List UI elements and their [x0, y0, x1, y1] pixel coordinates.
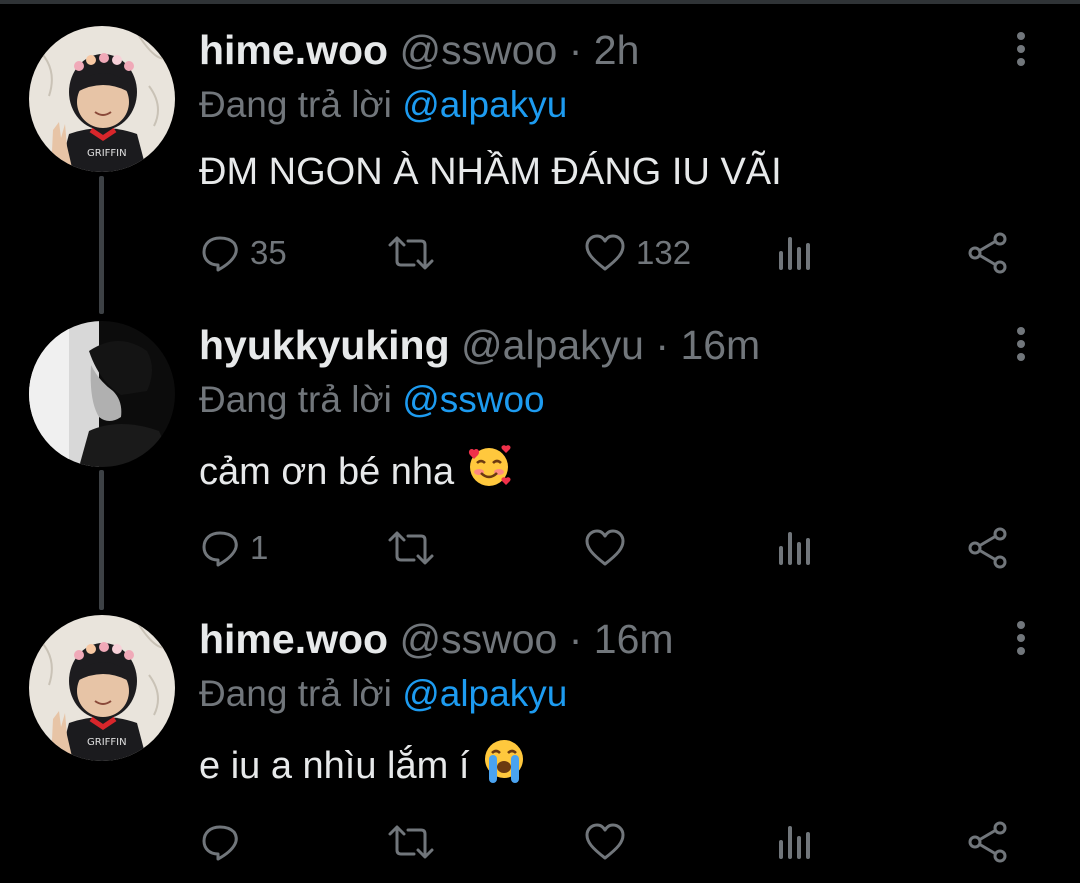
analytics-icon [779, 237, 810, 270]
avatar-image: GRIFFIN [29, 26, 175, 172]
analytics-icon [779, 826, 810, 859]
avatar-image: GRIFFIN [29, 615, 175, 761]
retweet-icon [388, 825, 434, 859]
share-icon [968, 821, 1007, 863]
reply-count: 1 [250, 529, 269, 566]
heart-icon [585, 529, 625, 566]
avatar[interactable] [29, 321, 175, 467]
action-bar: 35 132 [0, 228, 1080, 278]
tweet-text: ĐM NGON À NHẦM ĐÁNG IU VÃI [199, 148, 782, 196]
tweet-header: hime.woo @sswoo · 16m [199, 615, 674, 663]
tweet-header: hime.woo @sswoo · 2h [199, 26, 639, 74]
like-button[interactable] [584, 523, 636, 573]
display-name[interactable]: hime.woo [199, 616, 388, 662]
more-vertical-icon[interactable] [1004, 617, 1038, 659]
tweet-thread-screen: GRIFFIN hime.woo @sswoo · 2h Đang trả lờ… [0, 0, 1080, 883]
display-name[interactable]: hime.woo [199, 27, 388, 73]
username[interactable]: @sswoo [399, 616, 557, 662]
share-icon [968, 232, 1007, 274]
jersey-text: GRIFFIN [87, 737, 127, 748]
replying-to-mention[interactable]: @alpakyu [402, 673, 567, 714]
retweet-button[interactable] [386, 228, 446, 278]
replying-to-mention[interactable]: @alpakyu [402, 84, 567, 125]
username[interactable]: @sswoo [399, 27, 557, 73]
retweet-button[interactable] [386, 523, 446, 573]
avatar[interactable]: GRIFFIN [29, 26, 175, 172]
share-button[interactable] [966, 523, 1010, 573]
action-bar [0, 817, 1080, 867]
tweet-text-content: e iu a nhìu lắm í [199, 745, 470, 787]
tweet-header: hyukkyuking @alpakyu · 16m [199, 321, 760, 369]
replying-to: Đang trả lời @alpakyu [199, 81, 567, 129]
reply-button[interactable]: 35 [200, 228, 287, 278]
analytics-icon [779, 532, 810, 565]
display-name[interactable]: hyukkyuking [199, 322, 450, 368]
tweet-text: cảm ơn bé nha [199, 443, 512, 501]
replying-to-mention[interactable]: @sswoo [402, 379, 544, 420]
analytics-button[interactable] [777, 817, 815, 867]
like-count: 132 [636, 234, 692, 271]
reply-count: 35 [250, 234, 287, 271]
top-divider [0, 0, 1080, 4]
separator-dot: · [568, 616, 583, 662]
analytics-button[interactable] [777, 228, 815, 278]
tweet-text-content: ĐM NGON À NHẦM ĐÁNG IU VÃI [199, 151, 782, 193]
heart-icon [585, 234, 625, 271]
tweet-text: e iu a nhìu lắm í [199, 737, 527, 795]
separator-dot: · [655, 322, 670, 368]
replying-to-label: Đang trả lời [199, 84, 392, 125]
replying-to-label: Đang trả lời [199, 673, 392, 714]
loudly-crying-face-icon [481, 737, 527, 795]
tweet[interactable]: hyukkyuking @alpakyu · 16m Đang trả lời … [0, 321, 1080, 581]
retweet-icon [388, 236, 434, 270]
heart-icon [585, 823, 625, 860]
share-icon [968, 527, 1007, 569]
smiling-face-with-hearts-icon [466, 443, 512, 501]
reply-button[interactable]: 1 [200, 523, 268, 573]
action-bar: 1 [0, 523, 1080, 573]
reply-icon [202, 236, 238, 272]
tweet-text-content: cảm ơn bé nha [199, 451, 455, 493]
timestamp[interactable]: 16m [594, 616, 674, 662]
more-vertical-icon[interactable] [1004, 28, 1038, 70]
replying-to: Đang trả lời @alpakyu [199, 670, 567, 718]
replying-to-label: Đang trả lời [199, 379, 392, 420]
like-button[interactable]: 132 [584, 228, 691, 278]
username[interactable]: @alpakyu [461, 322, 644, 368]
retweet-icon [388, 531, 434, 565]
analytics-button[interactable] [777, 523, 815, 573]
replying-to: Đang trả lời @sswoo [199, 376, 545, 424]
reply-icon [202, 825, 238, 861]
share-button[interactable] [966, 228, 1010, 278]
more-vertical-icon[interactable] [1004, 323, 1038, 365]
avatar[interactable]: GRIFFIN [29, 615, 175, 761]
like-button[interactable] [584, 817, 636, 867]
separator-dot: · [568, 27, 583, 73]
jersey-text: GRIFFIN [87, 148, 127, 159]
avatar-image [29, 321, 175, 467]
retweet-button[interactable] [386, 817, 446, 867]
share-button[interactable] [966, 817, 1010, 867]
tweet[interactable]: GRIFFIN hime.woo @sswoo · 16m Đang trả l… [0, 615, 1080, 875]
reply-button[interactable] [200, 817, 250, 867]
timestamp[interactable]: 2h [594, 27, 640, 73]
tweet[interactable]: GRIFFIN hime.woo @sswoo · 2h Đang trả lờ… [0, 26, 1080, 286]
reply-icon [202, 531, 238, 567]
timestamp[interactable]: 16m [680, 322, 760, 368]
